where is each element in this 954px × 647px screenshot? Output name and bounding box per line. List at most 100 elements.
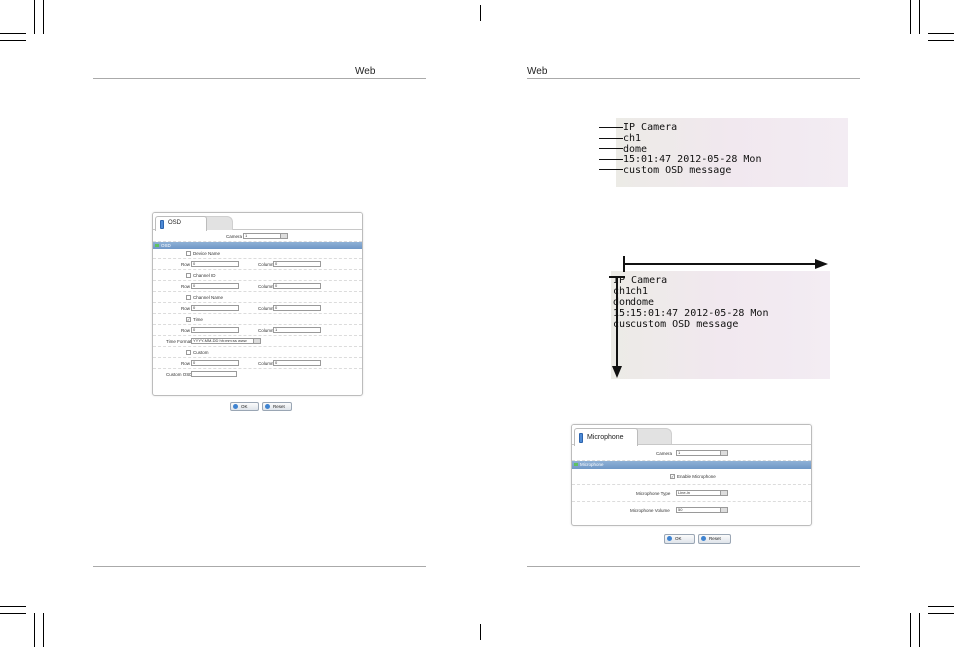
- crop-mark: [919, 0, 920, 34]
- channel-id-column-input[interactable]: 0: [273, 283, 321, 289]
- fold-mark: [480, 5, 481, 21]
- microphone-type-select[interactable]: Line-in: [676, 490, 728, 496]
- microphone-settings-panel: Microphone Camera 1 Microphone ✓ Enable …: [571, 424, 812, 526]
- crop-mark: [928, 33, 954, 34]
- callout-line: [599, 148, 623, 149]
- device-row-input[interactable]: 0: [191, 261, 239, 267]
- footer-rule: [527, 566, 860, 567]
- camera-label: Camera: [656, 451, 673, 456]
- channel-name-column-input[interactable]: 0: [273, 305, 321, 311]
- tab-inactive[interactable]: [203, 216, 233, 230]
- osd-line: ch1: [623, 133, 642, 144]
- time-label: Time: [193, 317, 203, 322]
- column-label: Column: [258, 361, 274, 366]
- time-column-input[interactable]: 1: [273, 327, 321, 333]
- check-icon: [667, 536, 672, 541]
- custom-column-input[interactable]: 0: [273, 360, 321, 366]
- microphone-type-row: Microphone Type Line-in: [572, 485, 811, 502]
- time-checkbox[interactable]: ✓: [186, 317, 191, 322]
- tab-inactive[interactable]: [632, 428, 672, 444]
- ok-label: OK: [675, 536, 682, 541]
- section-header: Microphone: [572, 461, 811, 469]
- osd-line: IP Camera: [623, 122, 678, 133]
- column-label: Column: [258, 328, 274, 333]
- crop-mark: [928, 606, 954, 607]
- crop-mark: [34, 613, 35, 647]
- crop-mark: [0, 613, 26, 614]
- custom-row-input[interactable]: 0: [191, 360, 239, 366]
- callout-line: [599, 159, 623, 160]
- channel-name-row: Channel Name: [153, 292, 362, 303]
- crop-mark: [919, 613, 920, 647]
- osd-line: custom OSD message: [630, 319, 739, 330]
- channel-name-row-input[interactable]: 0: [191, 305, 239, 311]
- callout-line: [599, 169, 623, 170]
- microphone-volume-label: Microphone Volume: [630, 508, 670, 513]
- crop-mark: [0, 606, 26, 607]
- camera-icon: [160, 220, 164, 229]
- crop-mark: [910, 613, 911, 647]
- tab-strip: Microphone: [572, 425, 811, 446]
- tab-osd[interactable]: OSD: [155, 216, 207, 231]
- tab-microphone[interactable]: Microphone: [574, 428, 638, 446]
- section-icon: [155, 244, 159, 247]
- tab-label: OSD: [168, 220, 182, 226]
- row-label: Row: [181, 284, 191, 289]
- camera-select[interactable]: 1: [676, 450, 728, 456]
- time-format-select[interactable]: YYYY-MM-DD hh:mm:ss www: [191, 338, 261, 344]
- crop-mark: [0, 33, 26, 34]
- osd-ghost-line: 15:: [613, 308, 632, 319]
- enable-microphone-label: Enable Microphone: [677, 474, 716, 479]
- custom-osd-input[interactable]: [191, 371, 237, 377]
- reset-icon: [265, 404, 270, 409]
- time-format-label: Time Format: [166, 339, 192, 344]
- time-format-row: Time Format YYYY-MM-DD hh:mm:ss www: [153, 336, 362, 347]
- time-row-input[interactable]: 0: [191, 327, 239, 333]
- osd-ghost-line: ch1: [613, 286, 632, 297]
- channel-id-row: Channel ID: [153, 270, 362, 281]
- header-rule: [93, 78, 426, 79]
- ok-button[interactable]: OK: [230, 402, 259, 411]
- crop-mark: [43, 0, 44, 34]
- column-label: Column: [258, 306, 274, 311]
- custom-label: Custom: [193, 350, 209, 355]
- osd-position-preview: ch1 don 15: cus IP Camera ch1 dome 15:01…: [611, 271, 830, 379]
- reset-button[interactable]: Reset: [262, 402, 292, 411]
- crop-mark: [34, 0, 35, 34]
- reset-label: Reset: [273, 404, 285, 409]
- section-title: Microphone: [580, 462, 604, 467]
- channel-name-label: Channel Name: [193, 295, 224, 300]
- callout-line: [599, 138, 623, 139]
- device-name-checkbox[interactable]: [186, 251, 191, 256]
- crop-mark: [910, 0, 911, 34]
- osd-line: 15:01:47 2012-05-28 Mon: [630, 308, 769, 319]
- ok-button[interactable]: OK: [664, 534, 695, 544]
- camera-row: Camera 1: [153, 230, 362, 242]
- osd-ghost-line: don: [613, 297, 632, 308]
- crop-mark: [0, 40, 26, 41]
- channel-id-label: Channel ID: [193, 273, 216, 278]
- time-row: ✓ Time: [153, 314, 362, 325]
- channel-name-checkbox[interactable]: [186, 295, 191, 300]
- enable-microphone-checkbox[interactable]: ✓: [670, 474, 675, 479]
- row-label: Row: [181, 361, 191, 366]
- device-column-input[interactable]: 0: [273, 261, 321, 267]
- column-label: Column: [258, 262, 274, 267]
- channel-id-checkbox[interactable]: [186, 273, 191, 278]
- channel-id-row-input[interactable]: 0: [191, 283, 239, 289]
- section-icon: [574, 463, 578, 466]
- custom-checkbox[interactable]: [186, 350, 191, 355]
- reset-button[interactable]: Reset: [698, 534, 731, 544]
- osd-line: dome: [630, 297, 655, 308]
- section-title: OSD: [161, 243, 171, 248]
- microphone-volume-select[interactable]: 50: [676, 507, 728, 513]
- fold-mark: [480, 624, 481, 640]
- enable-microphone-row: ✓ Enable Microphone: [572, 469, 811, 485]
- camera-select[interactable]: 1: [243, 233, 288, 239]
- microphone-type-label: Microphone Type: [636, 491, 671, 496]
- header-rule: [527, 78, 860, 79]
- microphone-icon: [579, 433, 583, 443]
- tab-strip: OSD: [153, 213, 362, 231]
- osd-ghost-line: cus: [613, 319, 632, 330]
- osd-line: custom OSD message: [623, 165, 732, 176]
